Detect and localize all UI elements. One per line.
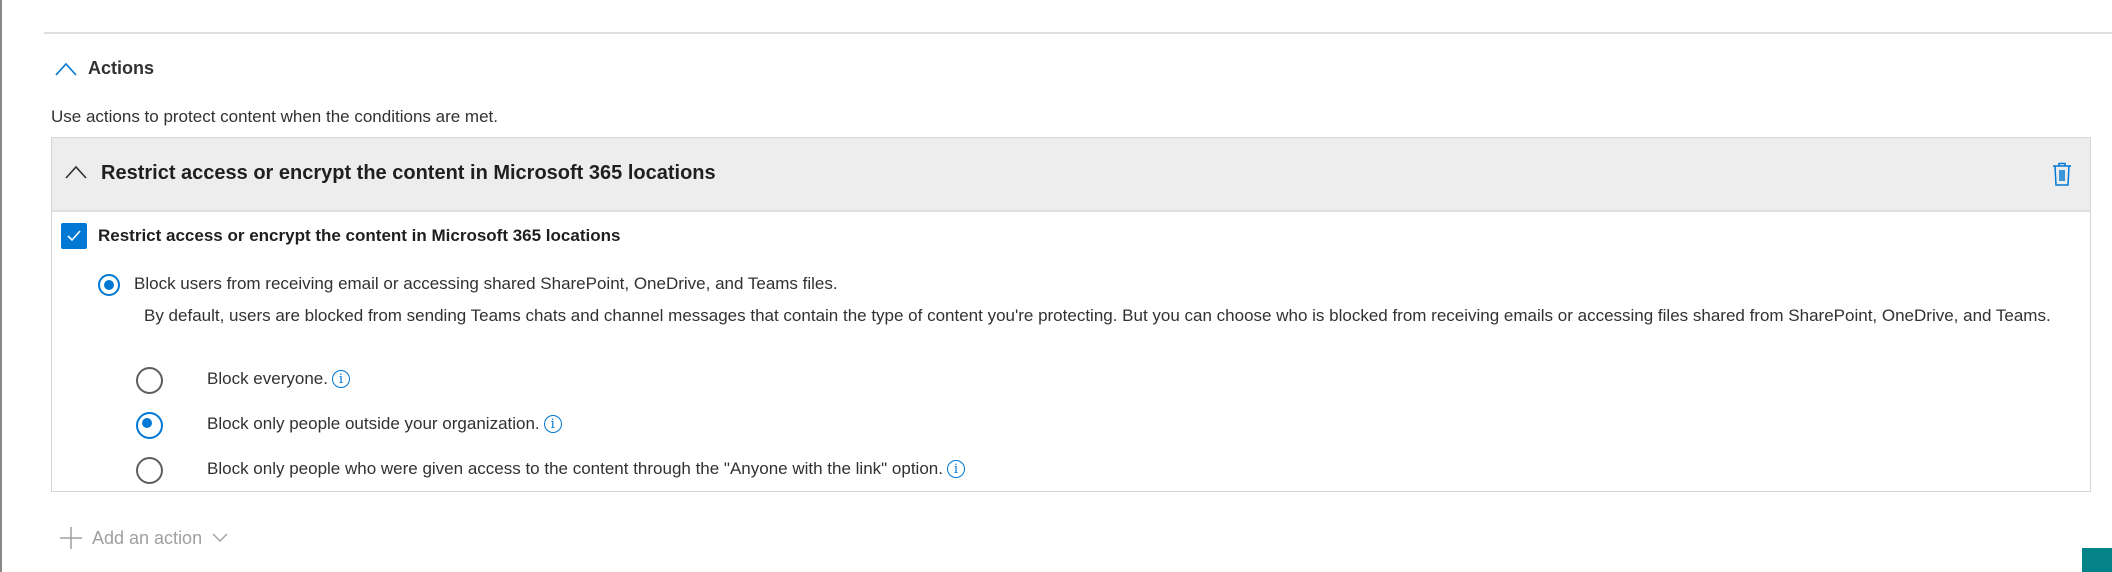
add-action-button[interactable]: Add an action	[60, 527, 228, 549]
block-outside-org-option[interactable]: Block only people outside your organizat…	[207, 414, 562, 434]
action-card-title: Restrict access or encrypt the content i…	[101, 162, 716, 184]
block-outside-org-label: Block only people outside your organizat…	[207, 414, 540, 433]
divider	[44, 32, 2112, 34]
block-users-radio[interactable]	[98, 274, 120, 296]
block-anyone-link-label: Block only people who were given access …	[207, 459, 943, 478]
section-description: Use actions to protect content when the …	[51, 107, 498, 126]
block-everyone-label: Block everyone.	[207, 369, 328, 388]
left-border	[0, 0, 2, 572]
block-everyone-option[interactable]: Block everyone. i	[207, 369, 350, 389]
restrict-access-checkbox-label: Restrict access or encrypt the content i…	[98, 226, 621, 245]
block-anyone-link-radio[interactable]	[136, 457, 163, 484]
add-action-label: Add an action	[92, 527, 203, 548]
info-icon[interactable]: i	[946, 460, 965, 478]
trash-icon[interactable]	[2052, 162, 2072, 186]
chevron-up-icon	[55, 62, 77, 76]
restrict-access-checkbox[interactable]	[61, 223, 87, 249]
action-card-header[interactable]: Restrict access or encrypt the content i…	[52, 138, 2090, 212]
info-icon[interactable]: i	[331, 370, 350, 388]
actions-section-toggle[interactable]: Actions	[54, 58, 154, 79]
help-button[interactable]	[2082, 548, 2112, 572]
section-title: Actions	[88, 58, 155, 78]
block-users-radio-label: Block users from receiving email or acce…	[134, 274, 838, 293]
plus-icon	[60, 527, 82, 549]
chevron-up-icon[interactable]	[64, 164, 88, 180]
info-icon[interactable]: i	[543, 415, 562, 433]
block-users-description: By default, users are blocked from sendi…	[144, 306, 2051, 325]
chevron-down-icon	[212, 533, 228, 542]
checkmark-icon	[67, 230, 81, 242]
block-everyone-radio[interactable]	[136, 367, 163, 394]
block-outside-org-radio[interactable]	[136, 412, 163, 439]
block-anyone-link-option[interactable]: Block only people who were given access …	[207, 459, 965, 479]
action-card: Restrict access or encrypt the content i…	[51, 137, 2091, 492]
